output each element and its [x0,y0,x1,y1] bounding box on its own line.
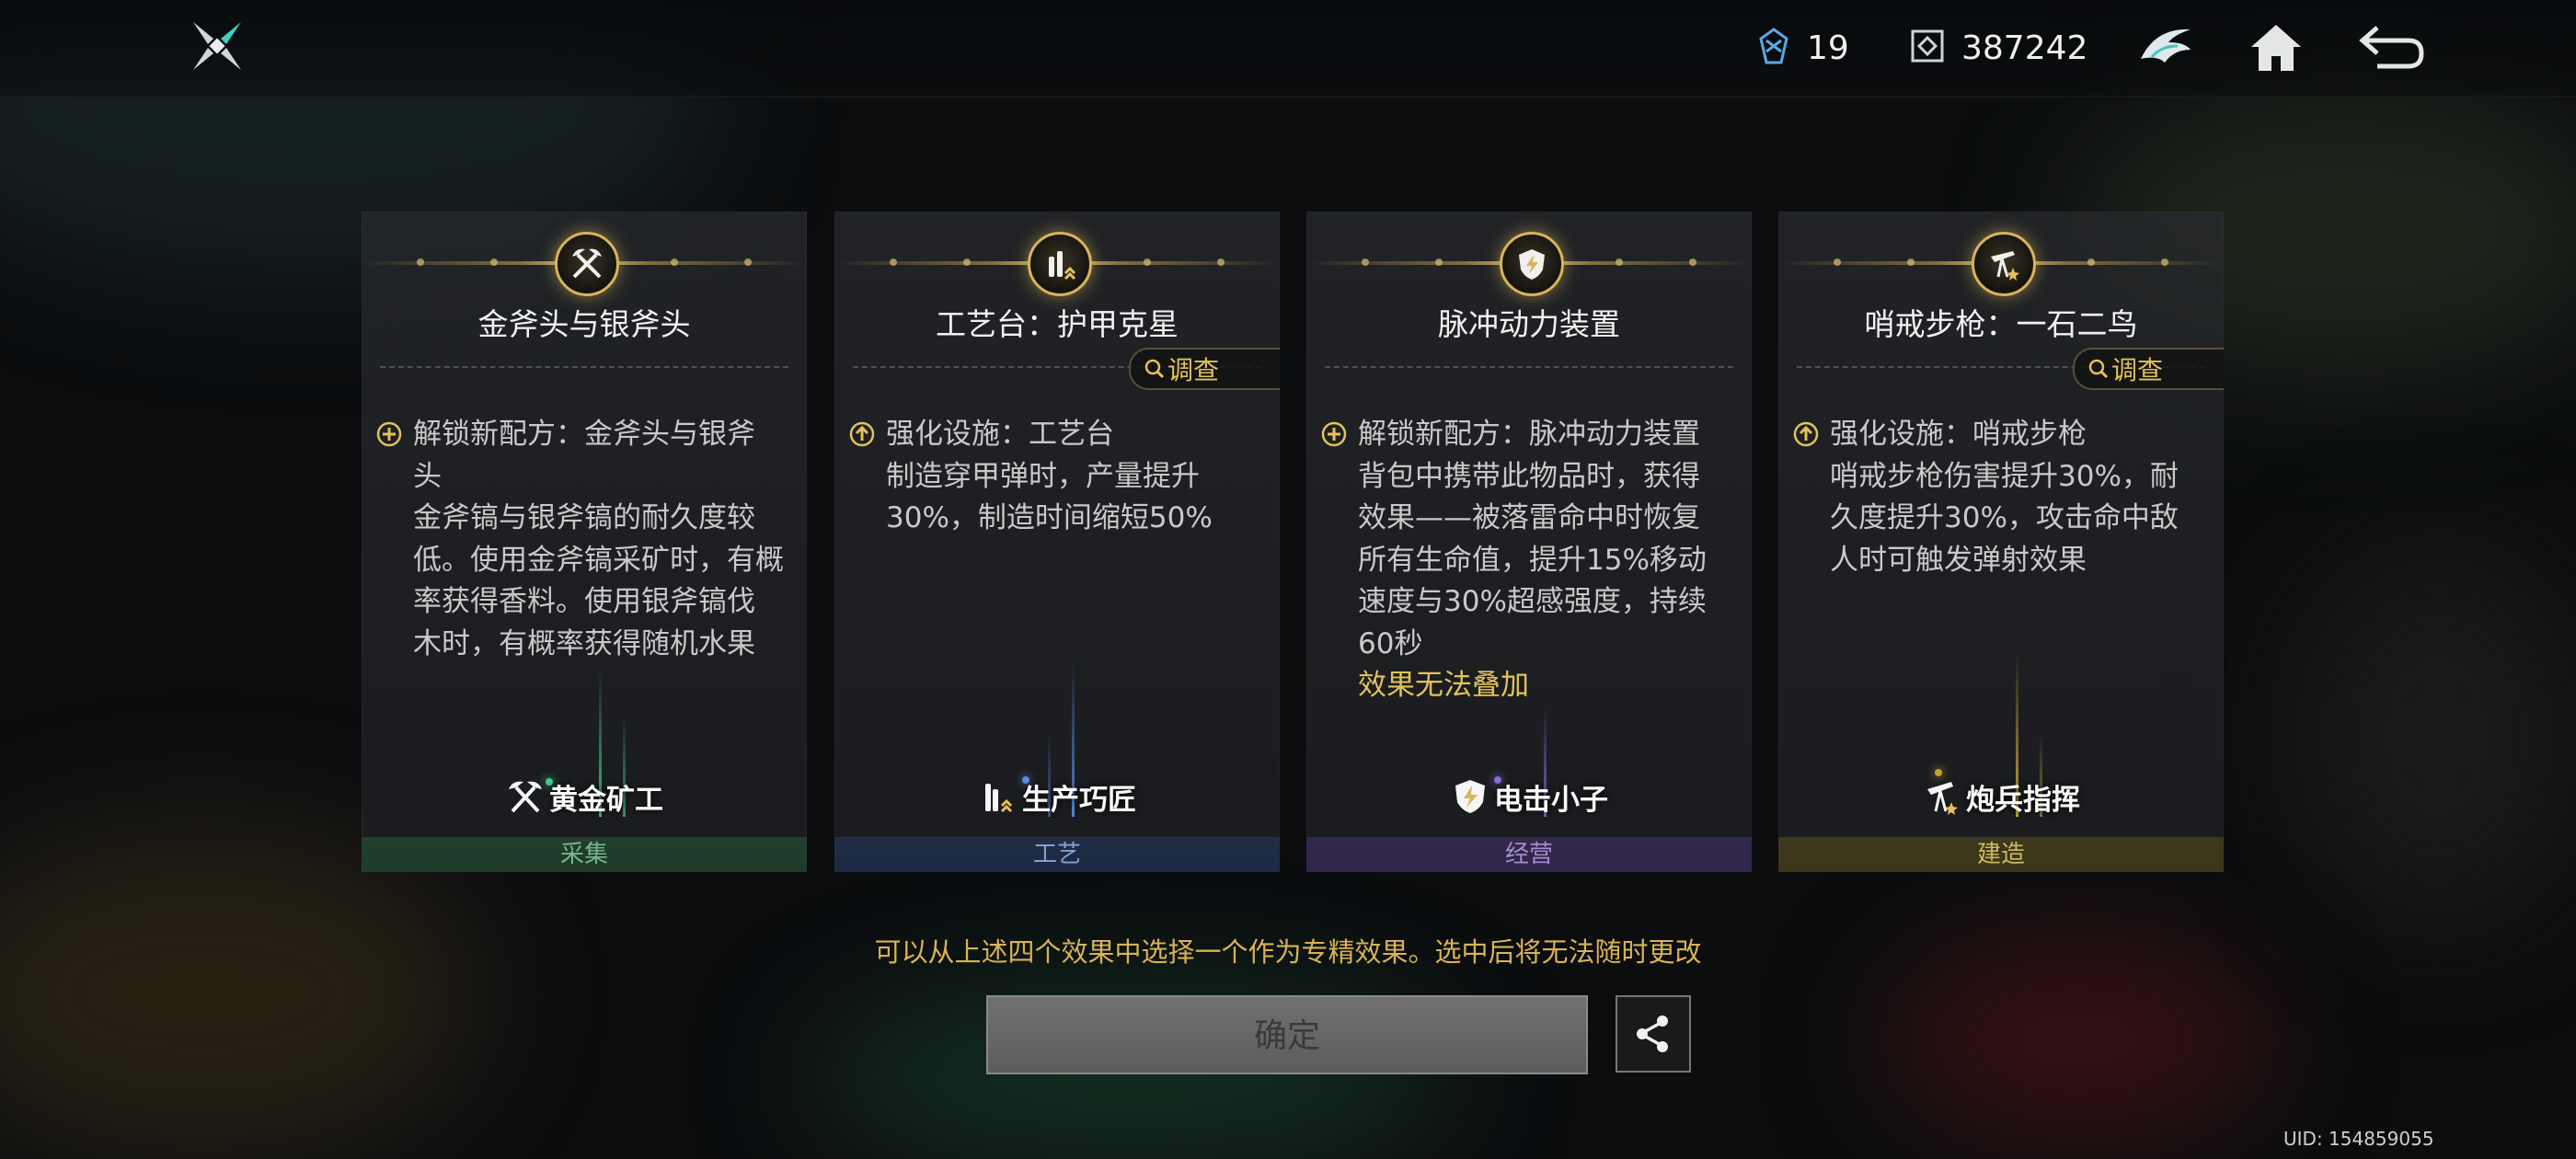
unlock-plus-icon [1321,421,1347,447]
crystal-chip-icon [1757,28,1790,68]
back-icon[interactable] [2357,13,2427,83]
title-badge: 电击小子 [1306,776,1752,817]
share-icon [1637,1016,1668,1052]
unlock-plus-icon [376,421,402,447]
top-bar: 19 387242 [0,0,2576,98]
card-title: 脉冲动力装置 [1438,306,1620,342]
category-label: 建造 [1778,837,2224,872]
sentry-rifle-icon [1927,782,1958,815]
investigate-button[interactable]: 调查 [2073,348,2224,390]
badge-name: 电击小子 [1494,783,1608,817]
crossed-blades-logo-icon[interactable] [188,17,247,75]
desc-line: 哨戒步枪伤害提升30%，耐 [1830,459,2179,493]
desc-line: 金斧镐与银斧镐的耐久度较 [413,501,755,534]
crystal-resource: 19 [1757,22,1849,74]
card-divider [1325,366,1733,368]
desc-line: 背包中携带此物品时，获得 [1358,459,1700,493]
desc-line: 人时可触发弹射效果 [1830,543,2087,577]
investigate-label: 调查 [1167,355,1220,385]
category-label: 经营 [1306,837,1752,872]
badge-name: 炮兵指挥 [1966,783,2080,817]
shield-bolt-icon [1455,780,1485,813]
search-icon [2088,359,2109,379]
selection-hint: 可以从上述四个效果中选择一个作为专精效果。选中后将无法随时更改 [874,936,1702,968]
card-title: 哨戒步枪：一石二鸟 [1864,306,2138,342]
desc-headline: 解锁新配方：金斧头与银斧 [413,418,755,451]
upgrade-arrow-icon [849,421,875,447]
title-badge: 炮兵指挥 [1778,776,2224,817]
desc-line: 效果——被落雷命中时恢复 [1358,501,1700,534]
share-button[interactable] [1616,995,1691,1073]
card-description: 解锁新配方：金斧头与银斧 头 金斧镐与银斧镐的耐久度较 低。使用金斧镐采矿时，有… [376,414,792,665]
card-divider [380,366,788,368]
badge-name: 黄金矿工 [549,783,663,817]
investigate-label: 调查 [2111,355,2164,385]
sparkle [1935,769,1942,776]
investigate-button[interactable]: 调查 [1129,348,1280,390]
perk-card-pulse-device[interactable]: 脉冲动力装置 解锁新配方：脉冲动力装置 背包中携带此物品时，获得 效果——被落雷… [1306,212,1752,872]
category-label: 工艺 [834,837,1280,872]
desc-line: 低。使用金斧镐采矿时，有概 [413,543,784,577]
card-description: 解锁新配方：脉冲动力装置 背包中携带此物品时，获得 效果——被落雷命中时恢复 所… [1321,414,1737,707]
crossed-pickaxes-icon [555,232,619,296]
crystal-count: 19 [1807,29,1849,67]
badge-name: 生产巧匠 [1022,783,1136,817]
card-description: 强化设施：工艺台 制造穿甲弹时，产量提升 30%，制造时间缩短50% [849,414,1265,540]
currency-resource: 387242 [1910,22,2087,74]
sentry-rifle-icon [1972,232,2036,296]
bullets-upgrade-icon [1028,232,1092,296]
desc-line: 头 [413,459,442,493]
title-badge: 黄金矿工 [362,776,807,817]
desc-headline: 强化设施：哨戒步枪 [1830,418,2087,451]
card-title: 工艺台：护甲克星 [936,306,1179,342]
bullets-upgrade-icon [985,784,1013,813]
stacking-warning: 效果无法叠加 [1358,669,1529,702]
desc-line: 制造穿甲弹时，产量提升 [886,459,1200,493]
desc-headline: 解锁新配方：脉冲动力装置 [1358,418,1700,451]
category-label: 采集 [362,837,807,872]
cube-currency-icon [1910,29,1945,67]
desc-line: 速度与30%超感强度，持续 [1358,585,1707,618]
card-description: 强化设施：哨戒步枪 哨戒步枪伤害提升30%，耐 久度提升30%，攻击命中敌 人时… [1793,414,2209,581]
title-badge: 生产巧匠 [834,776,1280,817]
desc-line: 所有生命值，提升15%移动 [1358,543,1707,577]
desc-line: 60秒 [1358,626,1423,660]
perk-card-armor-breaker[interactable]: 工艺台：护甲克星 调查 强化设施：工艺台 制造穿甲弹时，产量提升 30%，制造时… [834,212,1280,872]
currency-count: 387242 [1961,29,2088,67]
crossed-pickaxes-icon [509,781,542,813]
upgrade-arrow-icon [1793,421,1819,447]
emblem-icon[interactable] [2131,13,2201,83]
card-title: 金斧头与银斧头 [477,306,691,342]
desc-line: 木时，有概率获得随机水果 [413,626,755,660]
uid-label: UID: 154859055 [2283,1128,2434,1150]
search-icon [1144,359,1165,379]
confirm-button[interactable]: 确定 [986,995,1588,1074]
desc-line: 率获得香料。使用银斧镐伐 [413,585,755,618]
desc-headline: 强化设施：工艺台 [886,418,1114,451]
desc-line: 久度提升30%，攻击命中敌 [1830,501,2179,534]
perk-card-sentry-rifle[interactable]: 哨戒步枪：一石二鸟 调查 强化设施：哨戒步枪 哨戒步枪伤害提升30%，耐 久度提… [1778,212,2224,872]
perk-card-golden-axe[interactable]: 金斧头与银斧头 解锁新配方：金斧头与银斧 头 金斧镐与银斧镐的耐久度较 低。使用… [362,212,807,872]
shield-bolt-icon [1500,232,1564,296]
desc-line: 30%，制造时间缩短50% [886,501,1213,534]
home-icon[interactable] [2241,13,2311,83]
